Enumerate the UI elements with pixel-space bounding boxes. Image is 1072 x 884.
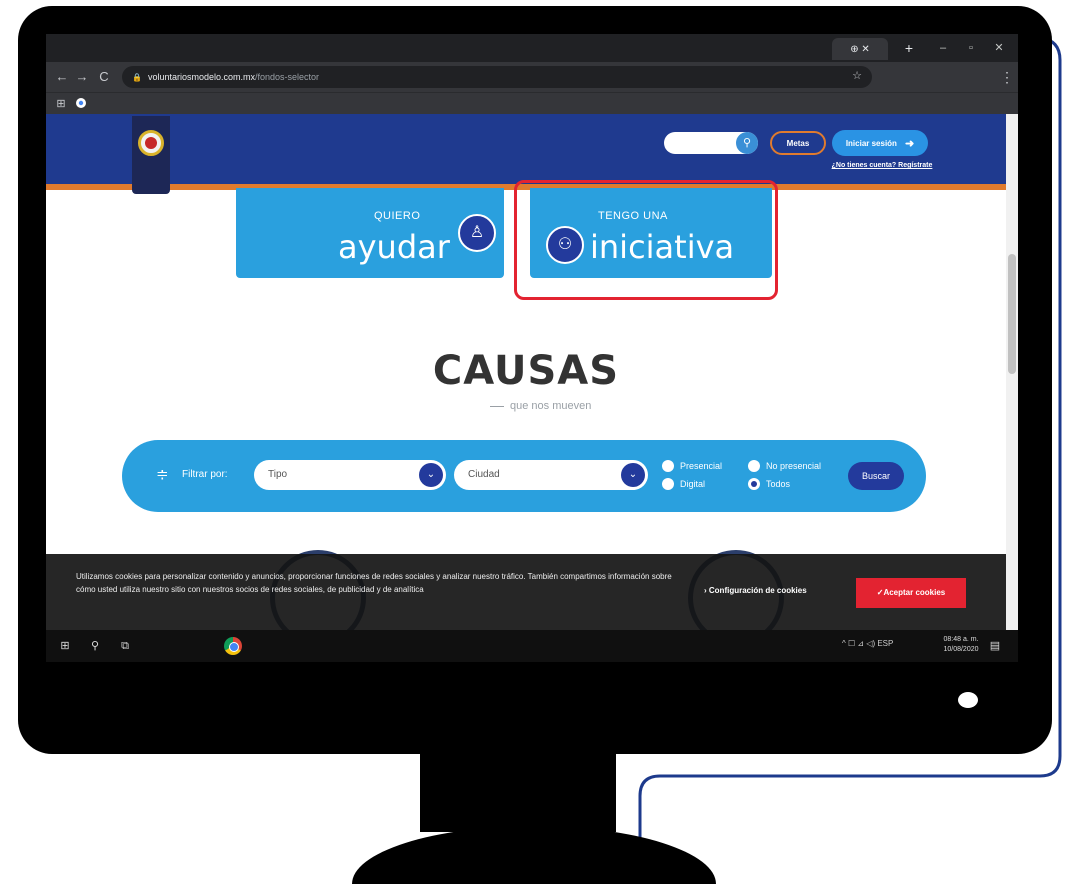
- filter-label: Filtrar por:: [182, 469, 228, 480]
- login-arrow-icon: ➜: [904, 137, 915, 150]
- chrome-icon[interactable]: [224, 637, 242, 655]
- minimize-button[interactable]: –: [932, 38, 954, 58]
- no-presencial-label: No presencial: [766, 461, 822, 471]
- bookmark-star-icon[interactable]: ☆: [852, 69, 862, 82]
- cookie-banner: Utilizamos cookies para personalizar con…: [46, 554, 1006, 630]
- monitor-neck: [420, 752, 616, 832]
- screen: ⊕ ✕ + – ▫ ✕ ← → C 🔒 voluntariosmodelo.co…: [46, 34, 1018, 662]
- page-scrollbar[interactable]: [1006, 114, 1018, 630]
- ciudad-value: Ciudad: [468, 469, 500, 480]
- radio-digital[interactable]: [662, 478, 674, 490]
- ayudar-label: ayudar: [338, 228, 450, 266]
- notification-icon[interactable]: ▤: [988, 639, 1002, 653]
- address-bar[interactable]: 🔒 voluntariosmodelo.com.mx/fondos-select…: [122, 66, 872, 88]
- site-logo[interactable]: [132, 116, 170, 194]
- filter-sliders-icon: ≑: [156, 466, 169, 483]
- todos-label: Todos: [766, 479, 791, 489]
- digital-label: Digital: [680, 479, 706, 489]
- chevron-down-icon[interactable]: ⌄: [419, 463, 443, 487]
- windows-taskbar: ⊞ ⚲ ⧉ ^ ☐ ⊿ ◁) ESP 08:48 a. m. 10/08/202…: [46, 630, 1018, 662]
- highlight-box: [514, 180, 778, 300]
- quiero-label: QUIERO: [374, 210, 421, 222]
- quiero-ayudar-card[interactable]: QUIERO ayudar ♙: [236, 188, 504, 278]
- causas-title: CAUSAS: [432, 348, 620, 394]
- radio-presencial[interactable]: [662, 460, 674, 472]
- task-view-icon[interactable]: ⧉: [118, 639, 132, 653]
- power-led: [958, 692, 978, 708]
- back-button[interactable]: ←: [54, 68, 70, 86]
- clock-time: 08:48 a. m.: [943, 636, 979, 643]
- cookie-config-link[interactable]: › Configuración de cookies: [704, 586, 807, 595]
- filter-bar: ≑ Filtrar por: Tipo ⌄ Ciudad ⌄ Presencia…: [122, 440, 926, 512]
- search-icon[interactable]: ⚲: [736, 132, 758, 154]
- clock[interactable]: 08:48 a. m. 10/08/2020: [938, 635, 984, 655]
- url-domain: voluntariosmodelo.com.mx: [147, 72, 256, 82]
- radio-no-presencial[interactable]: [748, 460, 760, 472]
- causas-subtitle: que nos mueven: [490, 400, 591, 412]
- forward-button[interactable]: →: [74, 68, 90, 86]
- url-path: /fondos-selector: [255, 72, 320, 82]
- browser-menu-icon[interactable]: ⋮: [1000, 68, 1014, 86]
- restore-button[interactable]: ▫: [960, 38, 982, 58]
- login-label: Iniciar sesión: [845, 138, 897, 148]
- apps-icon[interactable]: ⊞: [54, 97, 68, 111]
- web-page: ⚲ Metas Iniciar sesión ➜ ¿No tienes cuen…: [46, 114, 1006, 630]
- site-search-input[interactable]: ⚲: [664, 132, 758, 154]
- reload-button[interactable]: C: [96, 68, 112, 86]
- new-tab-button[interactable]: +: [900, 39, 918, 57]
- start-icon[interactable]: ⊞: [58, 639, 72, 653]
- chevron-down-icon[interactable]: ⌄: [621, 463, 645, 487]
- system-tray[interactable]: ^ ☐ ⊿ ◁) ESP: [842, 639, 893, 648]
- search-icon[interactable]: ⚲: [88, 639, 102, 653]
- metas-button[interactable]: Metas: [770, 131, 826, 155]
- bookmarks-bar: ⊞: [46, 92, 1018, 114]
- close-window-button[interactable]: ✕: [988, 38, 1010, 58]
- tipo-select[interactable]: Tipo ⌄: [254, 460, 446, 490]
- browser-tab[interactable]: ⊕ ✕: [832, 38, 888, 60]
- tipo-value: Tipo: [268, 469, 288, 480]
- ciudad-select[interactable]: Ciudad ⌄: [454, 460, 648, 490]
- clock-date: 10/08/2020: [943, 646, 979, 653]
- radio-todos[interactable]: [748, 478, 760, 490]
- browser-toolbar: ← → C 🔒 voluntariosmodelo.com.mx/fondos-…: [46, 62, 1018, 92]
- lock-icon: 🔒: [132, 72, 142, 82]
- scroll-thumb[interactable]: [1008, 254, 1016, 374]
- cookie-text: Utilizamos cookies para personalizar con…: [76, 572, 672, 594]
- person-icon: ♙: [458, 214, 496, 252]
- buscar-button[interactable]: Buscar: [848, 462, 904, 490]
- bookmark-icon[interactable]: [74, 97, 88, 111]
- accept-cookies-button[interactable]: ✓Aceptar cookies: [856, 578, 966, 608]
- presencial-label: Presencial: [680, 461, 723, 471]
- signup-link[interactable]: ¿No tienes cuenta? Regístrate: [830, 162, 934, 169]
- browser-tab-bar: ⊕ ✕ + – ▫ ✕: [46, 34, 1018, 62]
- login-button[interactable]: Iniciar sesión ➜: [832, 130, 928, 156]
